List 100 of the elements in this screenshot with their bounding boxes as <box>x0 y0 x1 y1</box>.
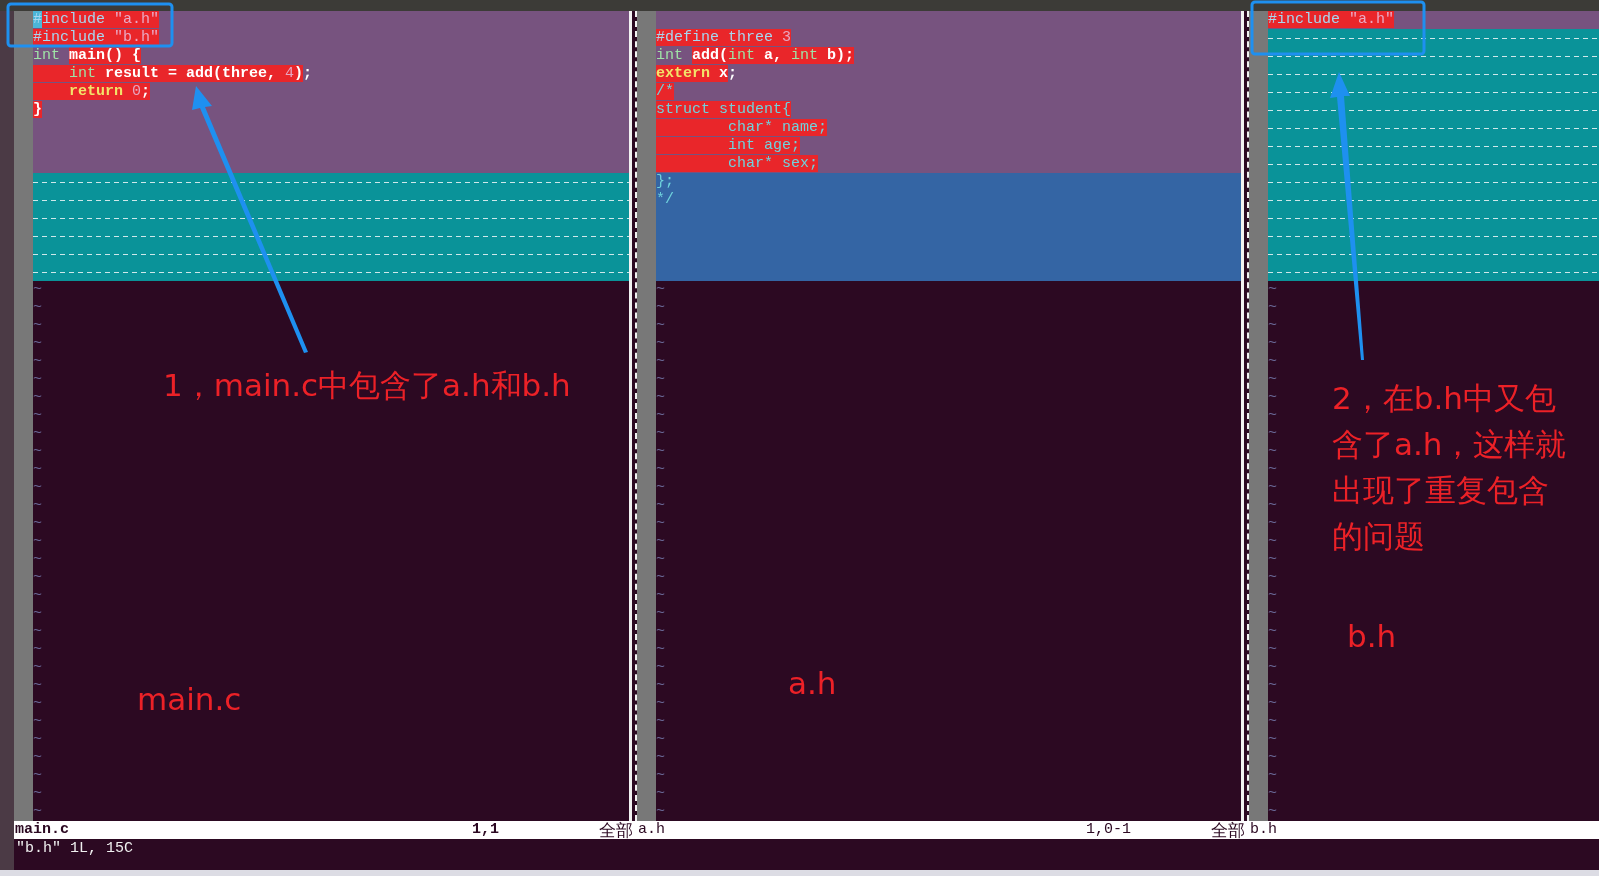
cursor-position: 1,0-1 <box>1086 821 1131 839</box>
empty-line-marker: ~ <box>656 641 665 658</box>
empty-line-marker: ~ <box>33 533 42 550</box>
empty-line-marker: ~ <box>1268 641 1277 658</box>
empty-line-marker: ~ <box>33 515 42 532</box>
empty-line-marker: ~ <box>1268 713 1277 730</box>
empty-line-marker: ~ <box>1268 299 1277 316</box>
empty-line-marker: ~ <box>656 479 665 496</box>
empty-line-marker: ~ <box>656 533 665 550</box>
empty-line-marker: ~ <box>1268 569 1277 586</box>
file-label: main.c <box>137 680 242 719</box>
empty-line-marker: ~ <box>33 317 42 334</box>
empty-line-marker: ~ <box>1268 623 1277 640</box>
file-name: a.h <box>638 821 665 839</box>
empty-line-marker: ~ <box>656 713 665 730</box>
empty-line-marker: ~ <box>33 803 42 820</box>
empty-line-marker: ~ <box>656 605 665 622</box>
empty-line-marker: ~ <box>1268 317 1277 334</box>
empty-line-marker: ~ <box>33 353 42 370</box>
empty-line-marker: ~ <box>1268 515 1277 532</box>
empty-line-marker: ~ <box>656 353 665 370</box>
empty-line-marker: ~ <box>33 443 42 460</box>
empty-line-marker: ~ <box>33 335 42 352</box>
empty-line-marker: ~ <box>1268 533 1277 550</box>
empty-line-marker: ~ <box>656 317 665 334</box>
empty-line-marker: ~ <box>656 407 665 424</box>
cursor-position: 1,1 <box>472 821 499 839</box>
empty-line-marker: ~ <box>656 659 665 676</box>
empty-line-marker: ~ <box>656 785 665 802</box>
empty-line-marker: ~ <box>1268 551 1277 568</box>
empty-line-marker: ~ <box>33 551 42 568</box>
empty-line-marker: ~ <box>1268 803 1277 820</box>
empty-line-marker: ~ <box>1268 749 1277 766</box>
empty-line-marker: ~ <box>33 425 42 442</box>
empty-line-marker: ~ <box>1268 281 1277 298</box>
empty-line-marker: ~ <box>33 749 42 766</box>
file-name: main.c <box>15 821 69 839</box>
empty-line-marker: ~ <box>656 335 665 352</box>
empty-line-marker: ~ <box>656 281 665 298</box>
empty-line-marker: ~ <box>1268 443 1277 460</box>
empty-line-marker: ~ <box>33 677 42 694</box>
empty-line-marker: ~ <box>656 443 665 460</box>
empty-line-marker: ~ <box>656 767 665 784</box>
file-label: b.h <box>1347 617 1397 656</box>
annotation-text: 2，在b.h中又包含了a.h，这样就出现了重复包含的问题 <box>1332 379 1568 556</box>
empty-line-marker: ~ <box>656 587 665 604</box>
empty-line-marker: ~ <box>1268 497 1277 514</box>
empty-line-marker: ~ <box>33 299 42 316</box>
file-label: a.h <box>788 664 837 703</box>
empty-line-marker: ~ <box>33 767 42 784</box>
empty-line-marker: ~ <box>1268 425 1277 442</box>
empty-line-marker: ~ <box>656 731 665 748</box>
empty-line-marker: ~ <box>656 371 665 388</box>
command-message: "b.h" 1L, 15C <box>16 840 134 857</box>
empty-line-marker: ~ <box>1268 479 1277 496</box>
empty-line-marker: ~ <box>656 623 665 640</box>
empty-line-marker: ~ <box>1268 605 1277 622</box>
empty-line-marker: ~ <box>1268 389 1277 406</box>
empty-line-marker: ~ <box>656 803 665 820</box>
empty-line-marker: ~ <box>33 407 42 424</box>
empty-line-marker: ~ <box>1268 335 1277 352</box>
empty-line-marker: ~ <box>1268 695 1277 712</box>
empty-line-marker: ~ <box>33 569 42 586</box>
empty-line-marker: ~ <box>33 785 42 802</box>
empty-line-marker: ~ <box>33 461 42 478</box>
empty-line-marker: ~ <box>33 659 42 676</box>
empty-line-marker: ~ <box>33 731 42 748</box>
empty-line-marker: ~ <box>1268 353 1277 370</box>
empty-line-marker: ~ <box>1268 587 1277 604</box>
empty-line-marker: ~ <box>33 479 42 496</box>
empty-line-marker: ~ <box>1268 677 1277 694</box>
empty-line-marker: ~ <box>33 605 42 622</box>
empty-line-marker: ~ <box>33 281 42 298</box>
empty-line-marker: ~ <box>33 587 42 604</box>
empty-line-marker: ~ <box>1268 371 1277 388</box>
annotation-text: 1，main.c中包含了a.h和b.h <box>163 366 571 405</box>
scroll-indicator: 全部 <box>599 821 633 839</box>
empty-line-marker: ~ <box>1268 767 1277 784</box>
empty-line-marker: ~ <box>656 425 665 442</box>
empty-line-marker: ~ <box>656 677 665 694</box>
empty-line-marker: ~ <box>656 515 665 532</box>
empty-line-marker: ~ <box>656 461 665 478</box>
empty-line-marker: ~ <box>656 299 665 316</box>
scroll-indicator: 全部 <box>1211 821 1245 839</box>
empty-line-marker: ~ <box>656 497 665 514</box>
empty-line-marker: ~ <box>33 623 42 640</box>
empty-line-marker: ~ <box>656 749 665 766</box>
file-name: b.h <box>1250 821 1277 839</box>
empty-line-marker: ~ <box>33 713 42 730</box>
empty-line-marker: ~ <box>33 389 42 406</box>
empty-line-marker: ~ <box>1268 659 1277 676</box>
empty-line-marker: ~ <box>656 569 665 586</box>
empty-line-marker: ~ <box>33 641 42 658</box>
empty-line-marker: ~ <box>1268 731 1277 748</box>
empty-line-marker: ~ <box>656 551 665 568</box>
empty-line-marker: ~ <box>1268 461 1277 478</box>
empty-line-marker: ~ <box>1268 407 1277 424</box>
empty-line-marker: ~ <box>656 695 665 712</box>
empty-line-marker: ~ <box>656 389 665 406</box>
empty-line-marker: ~ <box>33 695 42 712</box>
